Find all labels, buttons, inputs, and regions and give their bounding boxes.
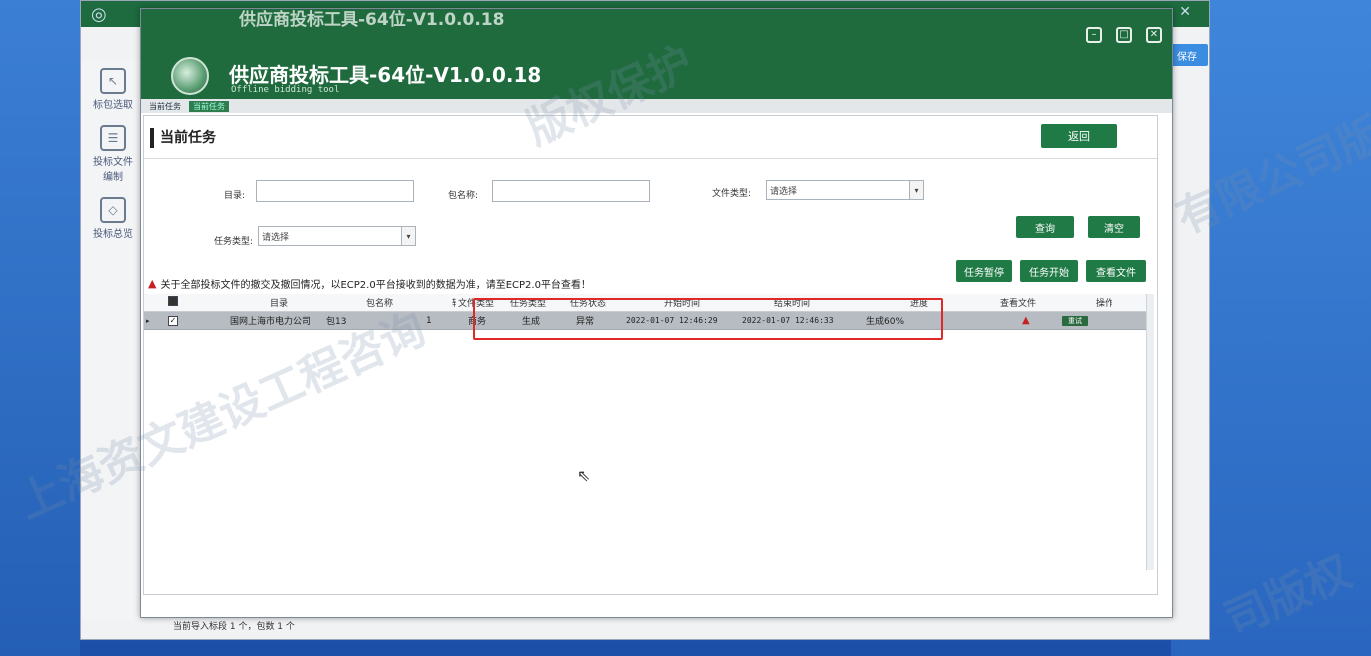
sidebar-item-bid-select[interactable]: ↖ 标包选取 <box>82 68 144 111</box>
start-task-button[interactable]: 任务开始 <box>1020 260 1078 282</box>
task-type-select[interactable]: 请选择 ▾ <box>258 226 416 246</box>
layers-icon: ◇ <box>100 197 126 223</box>
cursor-select-icon: ↖ <box>100 68 126 94</box>
column-header: 查看文件 <box>1000 299 1037 309</box>
tab-current-task-active[interactable]: 当前任务 <box>189 100 229 112</box>
task-type-value: 请选择 <box>262 233 290 243</box>
query-button[interactable]: 查询 <box>1016 216 1074 238</box>
clear-button[interactable]: 清空 <box>1088 216 1140 238</box>
task-type-label: 任务类型: <box>214 237 254 247</box>
close-icon[interactable]: ✕ <box>1146 27 1162 43</box>
cell-directory: 国网上海市电力公司2022.. <box>230 317 310 327</box>
row-indicator-icon: ▸ <box>146 316 150 325</box>
tab-current-task[interactable]: 当前任务 <box>145 101 185 112</box>
row-checkbox[interactable]: ✓ <box>168 315 178 326</box>
sidebar-item-label: 投标总览 <box>93 229 133 240</box>
grid-logo-icon <box>171 57 209 95</box>
document-list-icon: ☰ <box>100 125 126 151</box>
minimize-icon[interactable]: – <box>1086 27 1102 43</box>
column-header: 包名称 <box>366 299 394 309</box>
sidebar-item-label: 投标文件编制 <box>93 157 133 183</box>
cell-round: 1 <box>426 315 432 326</box>
column-header: 目录 <box>270 299 289 309</box>
chevron-down-icon: ▾ <box>401 227 415 245</box>
package-name-label: 包名称: <box>448 191 479 201</box>
package-name-input[interactable] <box>492 180 650 202</box>
pause-task-button[interactable]: 任务暂停 <box>956 260 1012 282</box>
ghost-title: 供应商投标工具-64位-V1.0.0.18 <box>239 10 505 30</box>
file-type-select[interactable]: 请选择 ▾ <box>766 180 924 200</box>
notice-text: 关于全部投标文件的撤交及撤回情况，以ECP2.0平台接收到的数据为准，请至ECP… <box>160 280 591 291</box>
divider <box>144 158 1157 159</box>
chevron-down-icon: ▾ <box>909 181 923 199</box>
page-title: 当前任务 <box>150 128 216 148</box>
column-header: 轮次 <box>410 296 456 309</box>
vertical-scrollbar[interactable] <box>1146 294 1154 570</box>
warning-icon: ▲ <box>148 277 157 290</box>
directory-label: 目录: <box>224 191 246 201</box>
directory-input[interactable] <box>256 180 414 202</box>
view-file-button[interactable]: 查看文件 <box>1086 260 1146 282</box>
sidebar-item-label: 标包选取 <box>93 100 133 111</box>
warning-icon: ▲ <box>1022 315 1030 326</box>
cell-package: 包13 <box>326 317 347 327</box>
column-header: 操作 <box>1096 299 1112 309</box>
retry-button[interactable]: 重试 <box>1062 315 1088 326</box>
left-sidebar: ↖ 标包选取 ☰ 投标文件编制 ◇ 投标总览 <box>82 60 144 620</box>
file-type-value: 请选择 <box>770 187 798 197</box>
task-panel: 当前任务 返回 目录: 包名称: 文件类型: 请选择 ▾ 任务类型: 请选择 ▾… <box>143 115 1158 595</box>
desktop-left <box>0 0 80 656</box>
app-logo-icon: ◎ <box>91 3 107 25</box>
app-title: 供应商投标工具-64位-V1.0.0.18 <box>229 63 542 87</box>
app-header: 供应商投标工具-64位-V1.0.0.18 供应商投标工具-64位-V1.0.0… <box>141 9 1172 99</box>
app-subtitle: Offline bidding tool <box>231 85 340 95</box>
back-button[interactable]: 返回 <box>1041 124 1117 148</box>
tab-strip: 当前任务 当前任务 <box>141 99 1172 113</box>
red-annotation-box <box>473 298 943 340</box>
window-controls: – □ ✕ <box>1086 27 1162 43</box>
select-all-checkbox[interactable] <box>168 296 178 306</box>
mouse-cursor-icon: ⇖ <box>577 466 591 485</box>
sidebar-item-doc-edit[interactable]: ☰ 投标文件编制 <box>82 125 144 183</box>
sidebar-item-overview[interactable]: ◇ 投标总览 <box>82 197 144 240</box>
status-bar: 当前导入标段 1 个，包数 1 个 <box>173 622 295 632</box>
file-type-label: 文件类型: <box>712 189 752 199</box>
close-icon[interactable]: ✕ <box>1179 4 1191 20</box>
maximize-icon[interactable]: □ <box>1116 27 1132 43</box>
notice-bar: ▲ 关于全部投标文件的撤交及撤回情况，以ECP2.0平台接收到的数据为准，请至E… <box>148 276 591 291</box>
